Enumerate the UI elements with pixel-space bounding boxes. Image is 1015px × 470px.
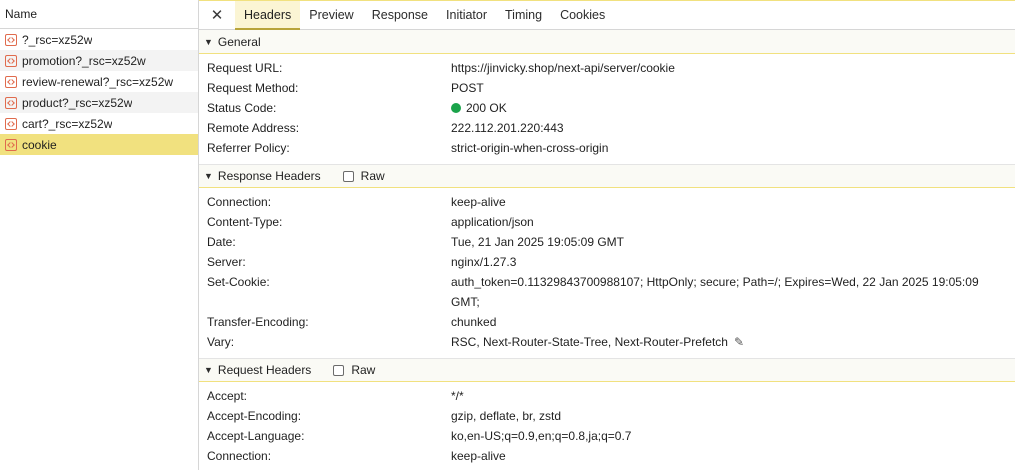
header-value: keep-alive <box>451 195 506 209</box>
header-value: chunked <box>451 315 497 329</box>
header-row: Remote Address: 222.112.201.220:443 <box>199 118 1015 138</box>
request-list-panel: Name ?_rsc=xz52w promotion?_rsc=xz52w re… <box>0 0 199 470</box>
header-row: Set-Cookie: auth_token=0.113298437009881… <box>199 272 1015 312</box>
header-value: keep-alive <box>451 449 506 463</box>
request-header-rows: Accept: */* Accept-Encoding: gzip, defla… <box>199 382 1015 470</box>
tab-cookies[interactable]: Cookies <box>551 1 614 29</box>
details-tabbar: ✕ Headers Preview Response Initiator Tim… <box>199 0 1015 30</box>
header-row: Status Code: 200 OK <box>199 98 1015 118</box>
header-row: Request URL: https://jinvicky.shop/next-… <box>199 58 1015 78</box>
tab-initiator[interactable]: Initiator <box>437 1 496 29</box>
header-value: https://jinvicky.shop/next-api/server/co… <box>451 61 675 75</box>
header-value: ko,en-US;q=0.9,en;q=0.8,ja;q=0.7 <box>451 429 632 443</box>
header-value: application/json <box>451 215 534 229</box>
header-key: Vary: <box>207 335 235 349</box>
header-value: Tue, 21 Jan 2025 19:05:09 GMT <box>451 235 624 249</box>
request-item-label: review-renewal?_rsc=xz52w <box>22 74 174 89</box>
close-icon[interactable]: ✕ <box>199 1 235 29</box>
status-value: 200 OK <box>451 98 1015 118</box>
tab-timing[interactable]: Timing <box>496 1 551 29</box>
request-item-selected[interactable]: cookie <box>0 134 198 155</box>
raw-checkbox[interactable] <box>342 170 354 182</box>
raw-toggle[interactable]: Raw <box>342 169 385 183</box>
request-item-label: ?_rsc=xz52w <box>22 32 93 47</box>
code-icon <box>5 138 17 151</box>
header-key: Set-Cookie: <box>207 275 270 289</box>
header-row: Accept-Encoding: gzip, deflate, br, zstd <box>199 406 1015 426</box>
header-key: Server: <box>207 255 246 269</box>
header-value: RSC, Next-Router-State-Tree, Next-Router… <box>451 335 728 349</box>
response-header-rows: Connection: keep-alive Content-Type: app… <box>199 188 1015 358</box>
header-row: Request Method: POST <box>199 78 1015 98</box>
header-row: Transfer-Encoding: chunked <box>199 312 1015 332</box>
header-value: gzip, deflate, br, zstd <box>451 409 562 423</box>
request-item-label: cookie <box>22 137 57 152</box>
raw-label: Raw <box>360 169 385 183</box>
raw-label: Raw <box>351 363 376 377</box>
header-value: POST <box>451 81 484 95</box>
request-item-label: promotion?_rsc=xz52w <box>22 53 146 68</box>
request-item[interactable]: promotion?_rsc=xz52w <box>0 50 198 71</box>
triangle-down-icon: ▼ <box>204 36 213 47</box>
header-key: Request URL: <box>207 61 283 75</box>
section-title: General <box>217 34 261 49</box>
pencil-icon[interactable]: ✎ <box>734 332 744 352</box>
triangle-down-icon: ▼ <box>204 171 213 181</box>
header-value: 222.112.201.220:443 <box>451 121 564 135</box>
status-dot-icon <box>451 103 461 113</box>
header-key: Transfer-Encoding: <box>207 315 309 329</box>
header-row: Vary: RSC, Next-Router-State-Tree, Next-… <box>199 332 1015 352</box>
header-value-with-edit: RSC, Next-Router-State-Tree, Next-Router… <box>451 332 1015 352</box>
header-row: Server: nginx/1.27.3 <box>199 252 1015 272</box>
header-key: Date: <box>207 235 236 249</box>
header-key: Connection: <box>207 449 272 463</box>
code-icon <box>5 75 17 88</box>
code-icon <box>5 54 17 67</box>
request-item[interactable]: cart?_rsc=xz52w <box>0 113 198 134</box>
request-item-label: product?_rsc=xz52w <box>22 95 133 110</box>
header-key: Accept-Language: <box>207 429 305 443</box>
section-title: Response Headers <box>217 169 321 183</box>
header-value: */* <box>451 389 464 403</box>
header-key: Accept: <box>207 389 248 403</box>
raw-checkbox[interactable] <box>333 364 345 376</box>
tab-preview[interactable]: Preview <box>300 1 362 29</box>
status-text: 200 OK <box>466 101 507 115</box>
response-headers-section-header[interactable]: ▼ Response Headers Raw <box>199 164 1015 188</box>
request-headers-section-header[interactable]: ▼ Request Headers Raw <box>199 358 1015 382</box>
tab-headers[interactable]: Headers <box>235 1 301 30</box>
triangle-down-icon: ▼ <box>204 365 213 375</box>
header-row: Connection: keep-alive <box>199 192 1015 212</box>
header-key: Status Code: <box>207 101 277 115</box>
header-key: Request Method: <box>207 81 299 95</box>
header-key: Content-Type: <box>207 215 283 229</box>
header-key: Connection: <box>207 195 272 209</box>
header-value: strict-origin-when-cross-origin <box>451 141 609 155</box>
header-row: Accept-Language: ko,en-US;q=0.9,en;q=0.8… <box>199 426 1015 446</box>
header-row: Content-Type: application/json <box>199 212 1015 232</box>
request-item[interactable]: product?_rsc=xz52w <box>0 92 198 113</box>
section-title: Request Headers <box>217 363 312 377</box>
code-icon <box>5 117 17 130</box>
header-value: auth_token=0.11329843700988107; HttpOnly… <box>451 275 979 309</box>
request-item-label: cart?_rsc=xz52w <box>22 116 113 131</box>
header-row: Accept: */* <box>199 386 1015 406</box>
name-column-header[interactable]: Name <box>0 0 198 29</box>
request-item[interactable]: ?_rsc=xz52w <box>0 29 198 50</box>
header-key: Accept-Encoding: <box>207 409 302 423</box>
header-row: Date: Tue, 21 Jan 2025 19:05:09 GMT <box>199 232 1015 252</box>
code-icon <box>5 33 17 46</box>
header-value: nginx/1.27.3 <box>451 255 517 269</box>
header-key: Referrer Policy: <box>207 141 290 155</box>
request-item[interactable]: review-renewal?_rsc=xz52w <box>0 71 198 92</box>
header-row: Connection: keep-alive <box>199 446 1015 466</box>
code-icon <box>5 96 17 109</box>
general-rows: Request URL: https://jinvicky.shop/next-… <box>199 54 1015 164</box>
header-key: Remote Address: <box>207 121 300 135</box>
raw-toggle[interactable]: Raw <box>333 363 375 377</box>
general-section-header[interactable]: ▼ General <box>199 30 1015 54</box>
tab-response[interactable]: Response <box>363 1 437 29</box>
header-row: Referrer Policy: strict-origin-when-cros… <box>199 138 1015 158</box>
request-details-panel: ✕ Headers Preview Response Initiator Tim… <box>199 0 1015 470</box>
